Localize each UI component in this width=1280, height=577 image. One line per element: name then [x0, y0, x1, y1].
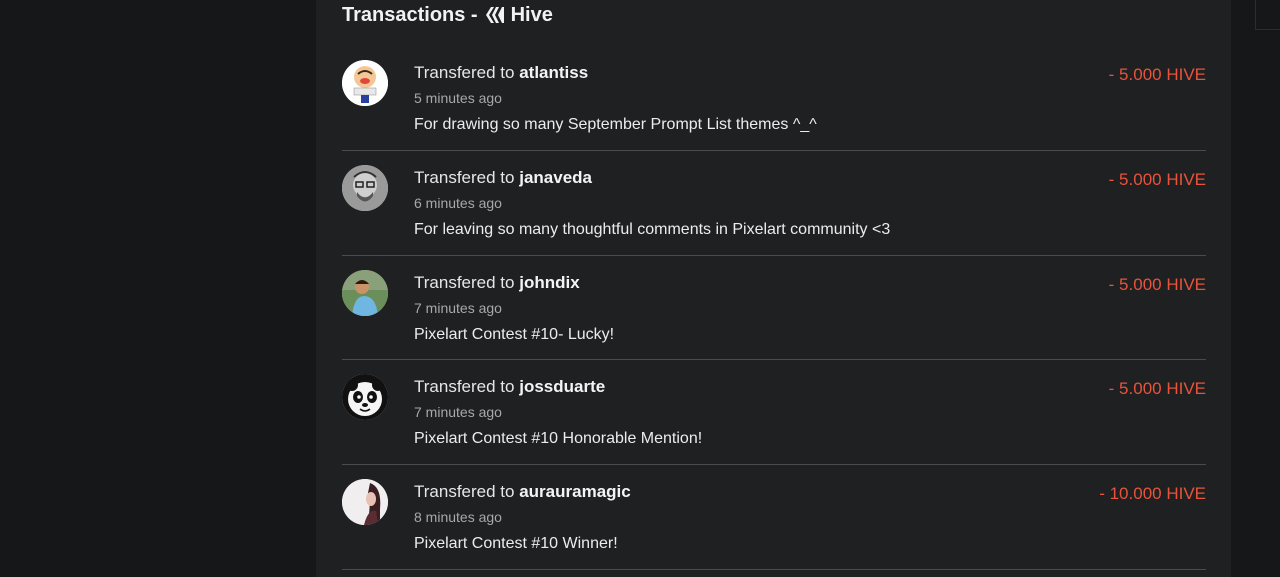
transaction-row: Transfered to janaveda 6 minutes ago For…: [342, 151, 1206, 256]
amount: - 5.000 HIVE: [1108, 65, 1206, 84]
transaction-row: Transfered to atlantiss 5 minutes ago Fo…: [342, 46, 1206, 151]
transaction-title: Transfered to aurauramagic: [414, 482, 631, 502]
right-sidebar-edge: [1231, 0, 1280, 577]
transaction-title: Transfered to johndix: [414, 272, 580, 292]
panda-avatar-icon: [342, 374, 388, 421]
avatar[interactable]: [342, 479, 388, 526]
amount: - 5.000 HIVE: [1108, 169, 1206, 189]
memo-text: For leaving so many thoughtful comments …: [414, 220, 891, 238]
transaction-title: Transfered to janaveda: [414, 167, 592, 187]
memo-text: Pixelart Contest #10- Lucky!: [414, 325, 615, 343]
divider: [1255, 29, 1280, 30]
recipient-link[interactable]: aurauramagic: [519, 482, 631, 501]
timestamp: 6 minutes ago: [414, 194, 502, 211]
timestamp: 5 minutes ago: [414, 90, 502, 106]
cartoon-avatar-icon: [342, 60, 388, 106]
memo-text: For drawing so many September Prompt Lis…: [414, 116, 817, 133]
currency-name: Hive: [510, 3, 553, 26]
memo-text: Pixelart Contest #10 Winner!: [414, 535, 618, 553]
recipient-link[interactable]: janaveda: [519, 168, 592, 187]
sketch-portrait-avatar-icon: [342, 164, 388, 211]
divider: [1255, 0, 1256, 30]
transaction-title: Transfered to jossduarte: [414, 377, 606, 397]
recipient-link[interactable]: johndix: [519, 273, 579, 292]
amount: - 10.000 HIVE: [1099, 484, 1206, 504]
page: Transactions - Hive Transfered to atlant…: [0, 0, 1280, 577]
transaction-title: Transfered to atlantiss: [414, 63, 589, 82]
amount: - 5.000 HIVE: [1108, 379, 1206, 399]
transaction-row: Transfered to aurauramagic 8 minutes ago…: [342, 465, 1206, 570]
timestamp: 8 minutes ago: [414, 509, 502, 526]
transactions-panel: Transactions - Hive Transfered to atlant…: [316, 0, 1231, 577]
memo-text: Pixelart Contest #10 Honorable Mention!: [414, 430, 703, 448]
avatar[interactable]: [342, 60, 388, 106]
hive-logo-icon: [484, 4, 506, 26]
transaction-row: Transfered to jossduarte 7 minutes ago P…: [342, 360, 1206, 466]
page-title: Transactions - Hive: [342, 2, 553, 28]
avatar[interactable]: [342, 269, 388, 316]
timestamp: 7 minutes ago: [414, 299, 502, 316]
avatar[interactable]: [342, 164, 388, 211]
portrait-avatar-icon: [342, 479, 388, 526]
title-prefix: Transactions -: [342, 3, 478, 26]
amount: - 5.000 HIVE: [1108, 274, 1206, 294]
timestamp: 7 minutes ago: [414, 404, 502, 421]
recipient-link[interactable]: jossduarte: [519, 377, 605, 396]
avatar[interactable]: [342, 374, 388, 421]
transactions-list: Transfered to atlantiss 5 minutes ago Fo…: [342, 46, 1206, 570]
transaction-row: Transfered to johndix 7 minutes ago Pixe…: [342, 256, 1206, 361]
recipient-link[interactable]: atlantiss: [519, 63, 588, 82]
photo-avatar-icon: [342, 269, 388, 316]
